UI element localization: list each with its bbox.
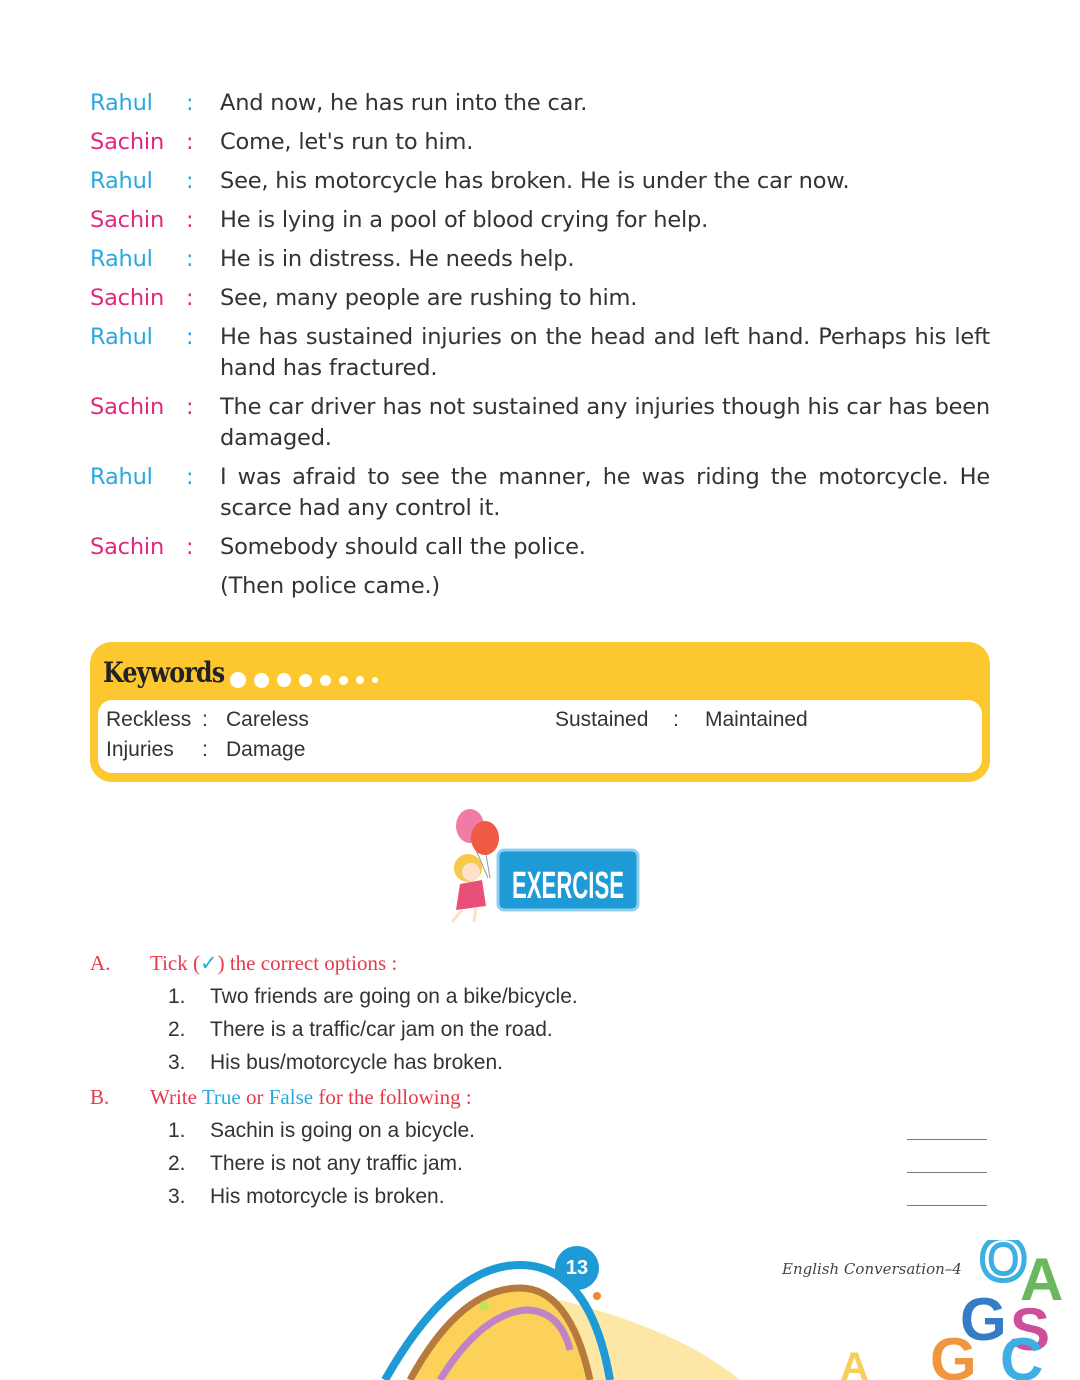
svg-text:C: C: [1000, 1326, 1043, 1380]
speaker-name: Sachin: [90, 207, 165, 233]
dialogue-line: Sachin: The car driver has not sustained …: [90, 392, 990, 454]
keyword-word: Injuries: [106, 738, 174, 761]
exercise-label: EXERCISE: [512, 865, 624, 907]
dialogue-text: Somebody should call the police.: [220, 534, 586, 560]
dialogue-text: Come, let's run to him.: [220, 129, 474, 155]
decorative-dots: [230, 672, 378, 688]
speaker-name: Rahul: [90, 464, 153, 490]
dialogue-text: See, many people are rushing to him.: [220, 285, 638, 311]
stage-direction: (Then police came.): [90, 571, 990, 602]
separator: :: [186, 129, 194, 155]
separator: :: [186, 534, 194, 560]
answer-blank[interactable]: [907, 1172, 987, 1173]
question-item: 1. Two friends are going on a bike/bicycl…: [168, 985, 578, 1008]
dialogue-line: Sachin: Somebody should call the police.: [90, 532, 990, 563]
dialogue-text: The car driver has not sustained any inj…: [220, 394, 990, 451]
book-title-footer: English Conversation–4: [782, 1260, 962, 1278]
separator: :: [186, 90, 194, 116]
separator: :: [186, 246, 194, 272]
speaker-name: Sachin: [90, 534, 165, 560]
separator: :: [186, 285, 194, 311]
page-number: 13: [555, 1246, 599, 1290]
question-item: 2. There is not any traffic jam.: [168, 1152, 463, 1175]
stage-direction-text: (Then police came.): [220, 573, 441, 599]
separator: :: [186, 207, 194, 233]
keyword-word: Sustained: [555, 708, 649, 731]
keyword-item: Sustained : Maintained: [555, 708, 808, 732]
separator: :: [186, 168, 194, 194]
answer-blank[interactable]: [907, 1139, 987, 1140]
keyword-meaning: Careless: [226, 708, 309, 731]
dialogue-line: Rahul: See, his motorcycle has broken. He…: [90, 166, 990, 197]
instruction-text: Tick (: [150, 951, 200, 975]
speaker-name: Rahul: [90, 246, 153, 272]
separator: :: [186, 464, 194, 490]
keyword-word: Reckless: [106, 708, 192, 731]
dialogue-text: And now, he has run into the car.: [220, 90, 588, 116]
keyword-separator: :: [202, 738, 208, 761]
dialogue-line: Rahul: I was afraid to see the manner, he…: [90, 462, 990, 524]
section-a-heading: A. Tick (✓) the correct options :: [90, 951, 397, 976]
speaker-name: Sachin: [90, 394, 165, 420]
speaker-name: Sachin: [90, 285, 165, 311]
dialogue-text: He is in distress. He needs help.: [220, 246, 575, 272]
dialogue-line: Sachin: Come, let's run to him.: [90, 127, 990, 158]
dialogue-line: Rahul: He is in distress. He needs help.: [90, 244, 990, 275]
separator: :: [186, 324, 194, 350]
dialogue-line: Rahul: And now, he has run into the car.: [90, 88, 990, 119]
speaker-name: Rahul: [90, 324, 153, 350]
instruction-text: ) the correct options :: [217, 951, 398, 975]
exercise-banner: EXERCISE: [440, 806, 640, 926]
answer-blank[interactable]: [907, 1205, 987, 1206]
question-item: 3. His bus/motorcycle has broken.: [168, 1051, 503, 1074]
speaker-name: Rahul: [90, 90, 153, 116]
question-item: 2. There is a traffic/car jam on the road…: [168, 1018, 553, 1041]
svg-text:B: B: [1030, 1240, 1073, 1243]
dialogue-text: He is lying in a pool of blood crying fo…: [220, 207, 709, 233]
dialogue-text: I was afraid to see the manner, he was r…: [220, 464, 990, 521]
keyword-separator: :: [673, 708, 679, 731]
separator: :: [186, 394, 194, 420]
tick-icon: ✓: [200, 951, 218, 975]
keyword-item: Reckless : Careless: [106, 708, 309, 732]
dialogue-line: Sachin: He is lying in a pool of blood cr…: [90, 205, 990, 236]
keyword-meaning: Maintained: [705, 708, 808, 731]
section-letter: A.: [90, 951, 111, 975]
section-b-heading: B. Write True or False for the following …: [90, 1085, 472, 1109]
keyword-meaning: Damage: [226, 738, 306, 761]
keyword-separator: :: [202, 708, 208, 731]
speaker-name: Sachin: [90, 129, 165, 155]
dialogue-line: Rahul: He has sustained injuries on the h…: [90, 322, 990, 384]
girl-with-balloons-icon: EXERCISE: [450, 809, 640, 923]
keywords-box: Keywords Reckless : Careless Injuries : …: [90, 642, 990, 782]
keywords-title: Keywords: [103, 656, 225, 689]
section-letter: B.: [90, 1085, 110, 1109]
svg-text:G: G: [930, 1326, 977, 1380]
dialogue-text: He has sustained injuries on the head an…: [220, 324, 990, 381]
dialogue-line: Sachin: See, many people are rushing to h…: [90, 283, 990, 314]
dialogue-text: See, his motorcycle has broken. He is un…: [220, 168, 850, 194]
speaker-name: Rahul: [90, 168, 153, 194]
keyword-item: Injuries : Damage: [106, 738, 305, 762]
svg-text:A: A: [840, 1345, 869, 1380]
question-item: 1. Sachin is going on a bicycle.: [168, 1119, 475, 1142]
keywords-list: Reckless : Careless Injuries : Damage Su…: [98, 700, 982, 773]
question-item: 3. His motorcycle is broken.: [168, 1185, 445, 1208]
dialogue: Rahul: And now, he has run into the car. S…: [90, 88, 990, 610]
